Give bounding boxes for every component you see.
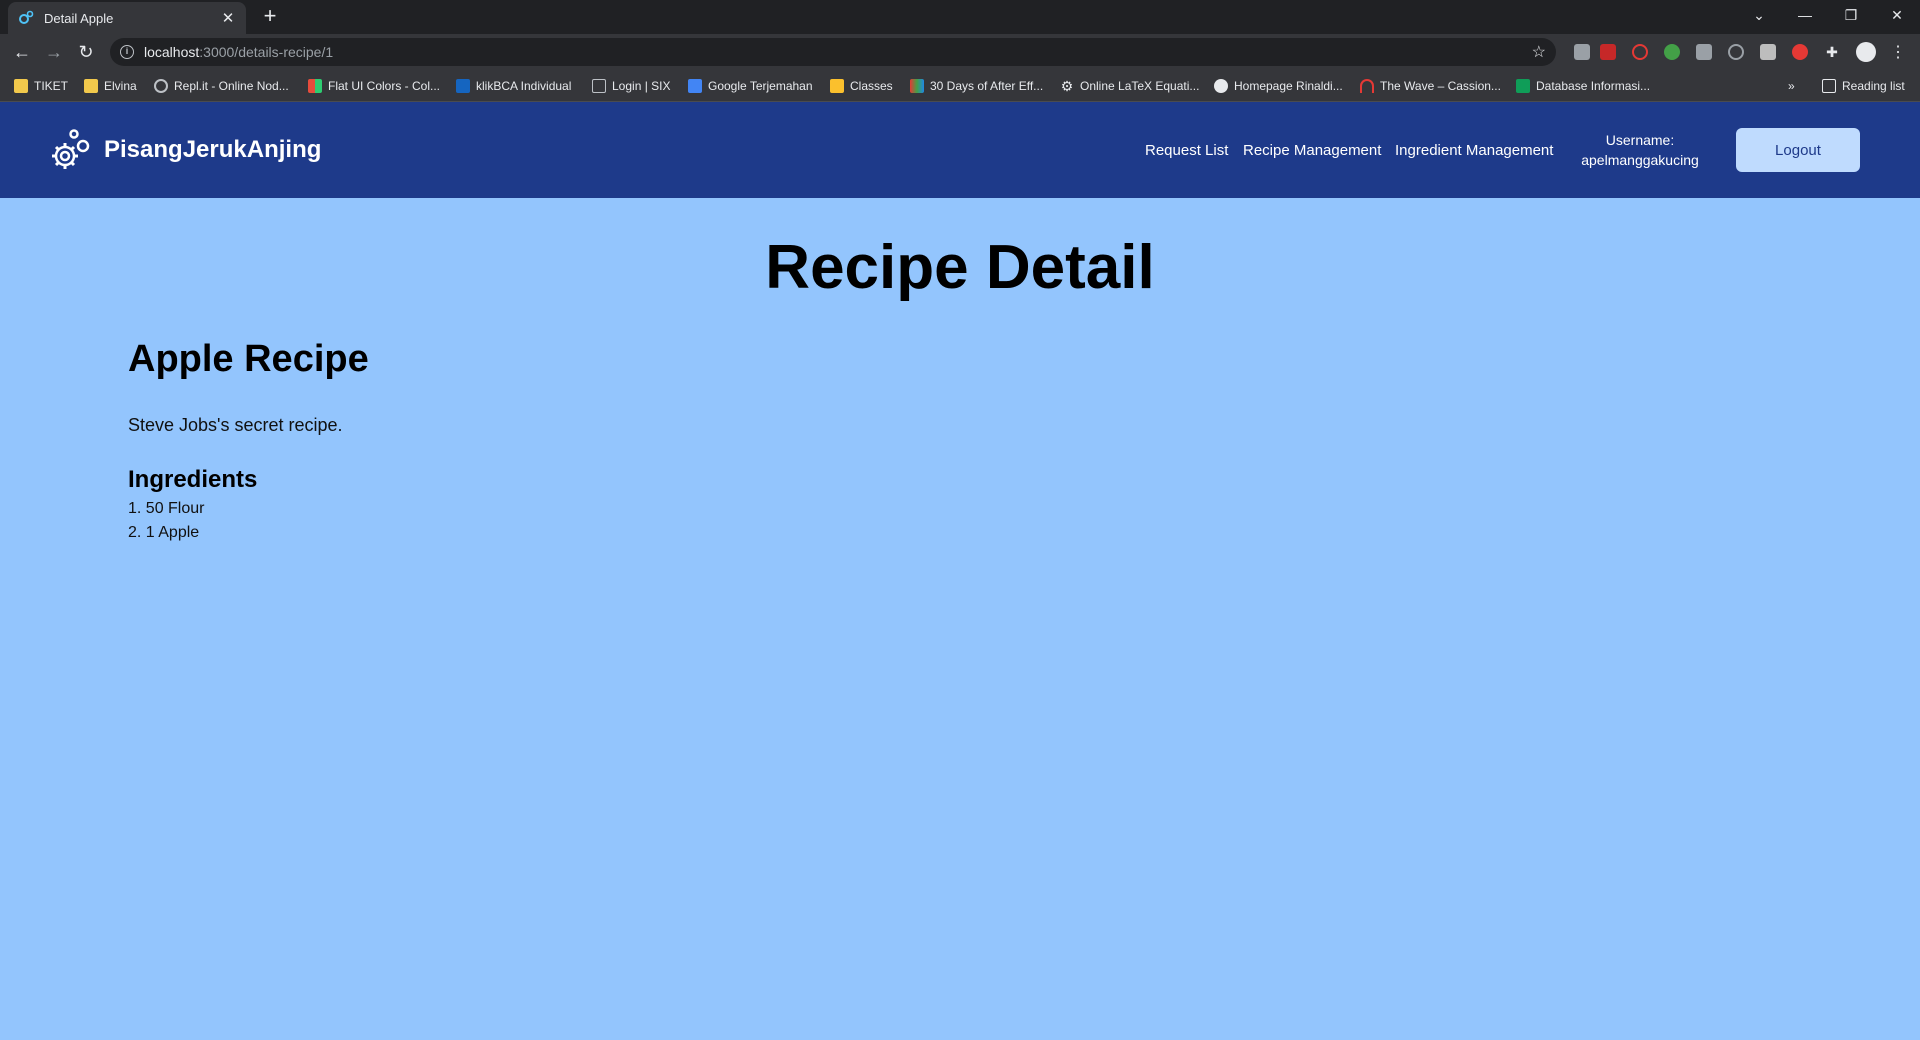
bookmark-item[interactable]: Homepage Rinaldi... [1214,77,1343,95]
bookmark-item[interactable]: Repl.it - Online Nod... [154,77,289,95]
nav-request-list[interactable]: Request List [1145,142,1228,159]
page-title: Recipe Detail [765,233,1155,302]
browser-toolbar: ← → ↻ i localhost :3000/details-recipe/1… [0,34,1920,70]
back-icon[interactable]: ← [10,40,34,64]
globe-icon [1214,79,1228,93]
ingredients-heading: Ingredients [128,466,258,493]
browser-tab-bar: Detail Apple ✕ + ⌄ — ❐ ✕ [0,0,1920,34]
bookmark-item[interactable]: Flat UI Colors - Col... [308,77,440,95]
extension-green-icon[interactable] [1664,44,1680,60]
extension-pen-icon[interactable] [1574,44,1590,60]
bookmark-item[interactable]: Database Informasi... [1516,77,1650,95]
bookmark-label: Homepage Rinaldi... [1234,79,1343,93]
bookmark-item[interactable]: Google Terjemahan [688,77,813,95]
bookmark-label: Classes [850,79,893,93]
tab-title: Detail Apple [44,10,114,26]
url-host: localhost [144,44,200,60]
bookmark-item[interactable]: TIKET [14,77,68,95]
folder-icon [14,79,28,93]
user-info: Username: apelmanggakucing [1560,130,1720,170]
replit-icon [154,79,168,93]
folder-icon [84,79,98,93]
reading-list-button[interactable]: Reading list [1822,77,1905,95]
reading-list-label: Reading list [1842,79,1905,93]
profile-avatar[interactable] [1856,42,1876,62]
bookmark-item[interactable]: Elvina [84,77,137,95]
bookmark-label: Login | SIX [612,79,671,93]
bookmark-star-icon[interactable]: ☆ [1532,42,1546,62]
gears-logo-icon [52,129,90,169]
recipe-description: Steve Jobs's secret recipe. [128,415,343,435]
address-bar[interactable]: i localhost :3000/details-recipe/1 ☆ [110,38,1556,66]
brand-name: PisangJerukAnjing [104,136,322,163]
site-info-icon[interactable]: i [120,45,134,59]
app-navbar: PisangJerukAnjing Request List Recipe Ma… [0,102,1920,198]
bookmarks-bar: TIKET Elvina Repl.it - Online Nod... Fla… [0,70,1920,102]
ingredient-item: 1. 50 Flour [128,500,205,517]
bookmark-item[interactable]: Login | SIX [592,77,671,95]
bca-icon [456,79,470,93]
bookmark-label: Google Terjemahan [708,79,813,93]
url-path: :3000/details-recipe/1 [199,44,334,60]
gears-favicon-icon [18,10,34,26]
ingredients-list: 1. 50 Flour 2. 1 Apple [128,497,204,545]
username-value: apelmanggakucing [1581,152,1699,168]
bookmark-item[interactable]: Classes [830,77,893,95]
six-icon [592,79,606,93]
bookmark-label: klikBCA Individual [476,79,572,93]
bookmark-item[interactable]: ⚙ Online LaTeX Equati... [1060,77,1200,95]
wave-icon [1360,79,1374,93]
gear-icon: ⚙ [1060,78,1074,94]
sheets-icon [1516,79,1530,93]
reading-list-icon [1822,79,1836,93]
browser-tab[interactable]: Detail Apple ✕ [8,2,246,34]
bookmark-item[interactable]: klikBCA Individual [456,77,571,95]
close-window-button[interactable]: ✕ [1874,0,1920,30]
ingredient-item: 2. 1 Apple [128,524,200,541]
forward-icon[interactable]: → [42,40,66,64]
bookmark-label: The Wave – Cassion... [1380,79,1501,93]
new-tab-button[interactable]: + [258,5,282,29]
username-label: Username: [1605,132,1675,148]
bookmark-label: TIKET [34,79,69,93]
reload-icon[interactable]: ↻ [74,40,98,64]
camera-icon[interactable] [1696,44,1712,60]
bookmark-item[interactable]: The Wave – Cassion... [1360,77,1501,95]
minimize-button[interactable]: — [1782,0,1828,30]
logout-button[interactable]: Logout [1736,128,1860,172]
translate-icon [688,79,702,93]
tab-search-icon[interactable]: ⌄ [1736,0,1782,30]
classes-icon [830,79,844,93]
chart-icon [910,79,924,93]
bookmark-label: Repl.it - Online Nod... [174,79,289,93]
bookmark-item[interactable]: 30 Days of After Eff... [910,77,1043,95]
extension-red-icon[interactable] [1792,44,1808,60]
bookmark-label: Database Informasi... [1536,79,1651,93]
ublock-icon[interactable] [1600,44,1616,60]
nav-recipe-management[interactable]: Recipe Management [1243,142,1381,159]
extension-gray-icon[interactable] [1760,44,1776,60]
opera-icon[interactable] [1632,44,1648,60]
more-bookmarks-icon[interactable]: » [1788,77,1795,95]
extension-circle-icon[interactable] [1728,44,1744,60]
bookmark-label: 30 Days of After Eff... [930,79,1044,93]
bookmark-label: Flat UI Colors - Col... [328,79,441,93]
close-tab-icon[interactable]: ✕ [220,9,236,27]
recipe-name: Apple Recipe [128,338,369,380]
restore-button[interactable]: ❐ [1828,0,1874,30]
menu-kebab-icon[interactable]: ⋮ [1890,42,1906,62]
flatui-icon [308,79,322,93]
bookmark-label: Online LaTeX Equati... [1080,79,1200,93]
nav-ingredient-management[interactable]: Ingredient Management [1395,142,1553,159]
brand[interactable]: PisangJerukAnjing [48,126,321,174]
puzzle-icon[interactable]: ✚ [1824,44,1840,60]
bookmark-label: Elvina [104,79,137,93]
